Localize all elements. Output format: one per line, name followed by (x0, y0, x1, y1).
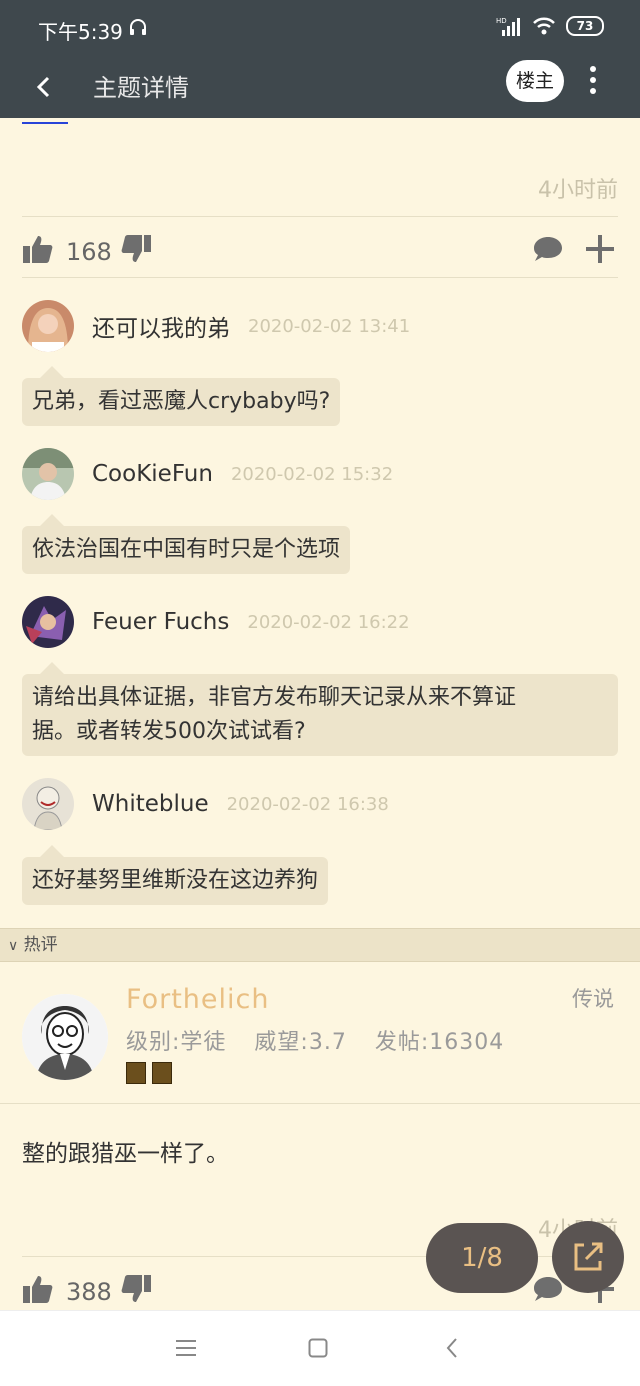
avatar[interactable] (22, 448, 74, 500)
comment-date: 2020-02-02 15:32 (230, 463, 394, 485)
hot-section-label: 热评 (23, 935, 58, 955)
page-indicator-button[interactable]: 1/8 (426, 1223, 538, 1293)
hot-post-author[interactable]: Forthelich (126, 984, 269, 1015)
comment-author[interactable]: Feuer Fuchs (92, 609, 229, 635)
user-stats: 级别:学徒 威望:3.7 发帖:16304 (126, 1024, 524, 1056)
comment-text-line: 据。或者转发500次试试看? (32, 719, 306, 744)
avatar[interactable] (22, 778, 74, 830)
comment-bubble: 请给出具体证据，非官方发布聊天记录从来不算证 据。或者转发500次试试看? (22, 662, 618, 756)
hot-section-header[interactable]: ∨ 热评 (0, 928, 640, 962)
link-fragment[interactable] (22, 118, 68, 124)
more-vert-icon[interactable] (582, 62, 604, 100)
menu-icon[interactable] (176, 1339, 196, 1357)
comment-author[interactable]: 还可以我的弟 (92, 309, 230, 343)
user-level: 级别:学徒 (126, 1030, 227, 1055)
wifi-icon (533, 17, 555, 35)
comment-header: CooKieFun 2020-02-02 15:32 (22, 448, 393, 500)
comment-author[interactable]: CooKieFun (92, 461, 213, 487)
battery-indicator: 73 (566, 16, 604, 36)
like-count: 388 (66, 1278, 112, 1306)
post-time-ago: 4小时前 (538, 178, 618, 203)
chevron-down-icon: ∨ (8, 938, 19, 954)
owner-only-button[interactable]: 楼主 (506, 60, 564, 102)
hot-post-body: 整的跟猎巫一样了。 (22, 1141, 229, 1167)
signal-icon: HD (496, 17, 520, 36)
avatar[interactable] (22, 994, 108, 1080)
comment-text-line: 请给出具体证据，非官方发布聊天记录从来不算证 (32, 685, 517, 710)
comment-bubble: 依法治国在中国有时只是个选项 (22, 514, 351, 574)
medal-icon[interactable] (152, 1062, 172, 1084)
status-time: 下午5:39 (38, 20, 123, 44)
comment-header: 还可以我的弟 2020-02-02 13:41 (22, 300, 410, 352)
user-post-count: 发帖:16304 (374, 1030, 505, 1055)
divider (22, 277, 618, 278)
back-arrow-icon[interactable] (30, 69, 60, 105)
comment-icon[interactable] (532, 234, 564, 264)
comment-date: 2020-02-02 16:22 (247, 611, 410, 633)
comment-date: 2020-02-02 13:41 (248, 315, 411, 337)
comment-text: 还好基努里维斯没在这边养狗 (32, 868, 319, 893)
edit-icon (574, 1242, 603, 1271)
comment-header: Feuer Fuchs 2020-02-02 16:22 (22, 596, 410, 648)
headset-icon (130, 19, 146, 35)
network-label: HD (496, 17, 507, 25)
system-nav-bar (0, 1310, 640, 1386)
comment-header: Whiteblue 2020-02-02 16:38 (22, 778, 389, 830)
avatar[interactable] (22, 300, 74, 352)
comment-bubble: 还好基努里维斯没在这边养狗 (22, 845, 329, 905)
comment-text: 兄弟，看过恶魔人crybaby吗? (32, 389, 331, 414)
add-icon[interactable] (584, 234, 616, 264)
home-icon[interactable] (308, 1338, 328, 1358)
post-action-bar: 168 (22, 230, 618, 270)
app-bar: 主题详情 楼主 (0, 56, 640, 118)
user-rank: 传说 (572, 987, 614, 1011)
status-bar: 下午5:39 HD 73 (0, 0, 640, 56)
back-icon[interactable] (444, 1337, 460, 1359)
thumbs-up-icon[interactable] (22, 1274, 54, 1304)
comment-text: 依法治国在中国有时只是个选项 (32, 537, 341, 562)
divider (0, 1103, 640, 1104)
reply-button[interactable] (552, 1221, 624, 1293)
user-reputation: 威望:3.7 (254, 1030, 347, 1055)
like-count: 168 (66, 238, 112, 266)
medal-icon[interactable] (126, 1062, 146, 1084)
avatar[interactable] (22, 596, 74, 648)
page-title: 主题详情 (93, 74, 189, 102)
thumbs-down-icon[interactable] (120, 1274, 152, 1304)
divider (22, 216, 618, 217)
comment-author[interactable]: Whiteblue (92, 791, 209, 817)
thumbs-down-icon[interactable] (120, 234, 152, 264)
comment-date: 2020-02-02 16:38 (226, 793, 389, 815)
thumbs-up-icon[interactable] (22, 234, 54, 264)
comment-bubble: 兄弟，看过恶魔人crybaby吗? (22, 366, 341, 426)
